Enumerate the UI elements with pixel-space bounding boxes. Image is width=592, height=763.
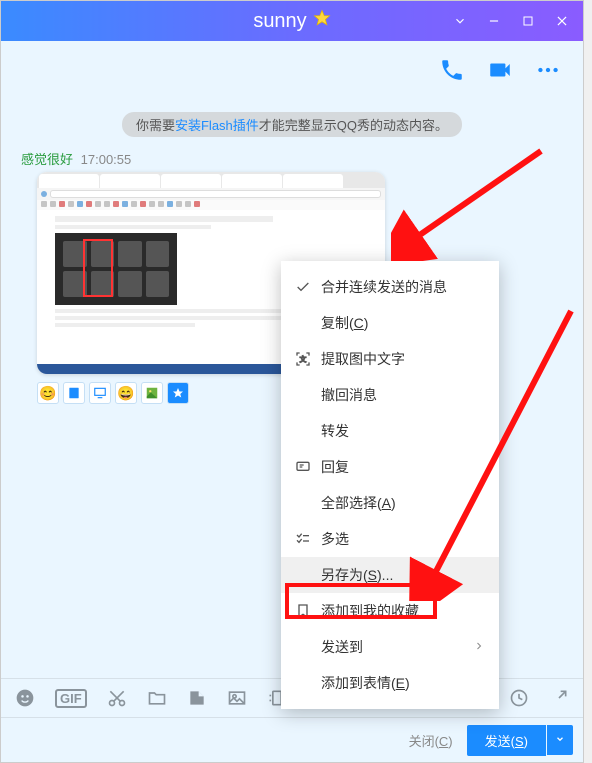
close-button[interactable]	[545, 1, 579, 41]
chat-window: sunny	[0, 0, 584, 763]
star-fav-icon[interactable]	[167, 382, 189, 404]
menu-label: 发送到	[321, 637, 363, 657]
menu-label: 复制(C)	[321, 313, 368, 333]
menu-label: 撤回消息	[321, 385, 377, 405]
ocr-icon: 文	[295, 351, 321, 367]
send-file-icon[interactable]	[187, 688, 207, 708]
menu-label: 全部选择(A)	[321, 493, 396, 513]
minimize-button[interactable]	[477, 1, 511, 41]
menu-save-as[interactable]: 另存为(S)...	[281, 557, 499, 593]
image-icon[interactable]	[227, 688, 247, 708]
close-button-text[interactable]: 关闭(C)	[409, 731, 453, 750]
menu-forward[interactable]: 转发	[281, 413, 499, 449]
menu-add-emoji[interactable]: 添加到表情(E)	[281, 665, 499, 701]
chevron-right-icon	[473, 639, 485, 655]
menu-recall[interactable]: 撤回消息	[281, 377, 499, 413]
message-time: 17:00:55	[81, 152, 132, 167]
star-icon	[313, 9, 331, 33]
context-menu: 合并连续发送的消息 复制(C) 文 提取图中文字 撤回消息 转发 回复 全部选择…	[281, 261, 499, 709]
emoji-add-icon[interactable]: 😊	[37, 382, 59, 404]
notice-prefix: 你需要	[136, 118, 175, 133]
window-title: sunny	[253, 9, 330, 33]
menu-label: 回复	[321, 457, 349, 477]
check-icon	[295, 279, 321, 295]
menu-send-to[interactable]: 发送到	[281, 629, 499, 665]
history-icon[interactable]	[509, 688, 529, 708]
titlebar: sunny	[1, 1, 583, 41]
menu-label: 添加到表情(E)	[321, 673, 410, 693]
call-actions	[1, 41, 583, 88]
footer: 关闭(C) 发送(S)	[1, 718, 583, 762]
picture-icon[interactable]	[141, 382, 163, 404]
menu-label: 添加到我的收藏	[321, 601, 419, 621]
monitor-icon[interactable]	[89, 382, 111, 404]
folder-icon[interactable]	[147, 688, 167, 708]
multiselect-icon	[295, 531, 321, 547]
gif-icon[interactable]: GIF	[55, 689, 87, 708]
window-controls	[443, 1, 579, 41]
title-text: sunny	[253, 10, 306, 33]
menu-label: 提取图中文字	[321, 349, 405, 369]
menu-ocr[interactable]: 文 提取图中文字	[281, 341, 499, 377]
menu-select-all[interactable]: 全部选择(A)	[281, 485, 499, 521]
send-button[interactable]: 发送(S)	[467, 725, 546, 756]
sender-name: 感觉很好	[21, 152, 73, 167]
dropdown-button[interactable]	[443, 1, 477, 41]
smile-icon[interactable]: 😄	[115, 382, 137, 404]
menu-add-favorite[interactable]: 添加到我的收藏	[281, 593, 499, 629]
book-icon[interactable]	[63, 382, 85, 404]
menu-copy[interactable]: 复制(C)	[281, 305, 499, 341]
expand-icon[interactable]	[549, 688, 569, 708]
menu-multi-select[interactable]: 多选	[281, 521, 499, 557]
emoji-icon[interactable]	[15, 688, 35, 708]
flash-notice: 你需要安装Flash插件才能完整显示QQ秀的动态内容。	[122, 112, 462, 137]
flash-install-link[interactable]: 安装Flash插件	[175, 118, 259, 133]
svg-text:文: 文	[300, 355, 307, 364]
send-dropdown[interactable]	[547, 725, 573, 755]
menu-label: 合并连续发送的消息	[321, 277, 447, 297]
menu-label: 多选	[321, 529, 349, 549]
menu-label: 转发	[321, 421, 349, 441]
reply-icon	[295, 459, 321, 475]
bookmark-icon	[295, 603, 321, 619]
maximize-button[interactable]	[511, 1, 545, 41]
video-call-icon[interactable]	[487, 57, 513, 88]
voice-call-icon[interactable]	[439, 57, 465, 88]
more-icon[interactable]	[535, 57, 561, 88]
message-meta: 感觉很好 17:00:55	[21, 149, 583, 168]
notice-suffix: 才能完整显示QQ秀的动态内容。	[259, 118, 448, 133]
menu-reply[interactable]: 回复	[281, 449, 499, 485]
cut-icon[interactable]	[107, 688, 127, 708]
menu-merge-messages[interactable]: 合并连续发送的消息	[281, 269, 499, 305]
menu-label: 另存为(S)...	[321, 565, 393, 585]
